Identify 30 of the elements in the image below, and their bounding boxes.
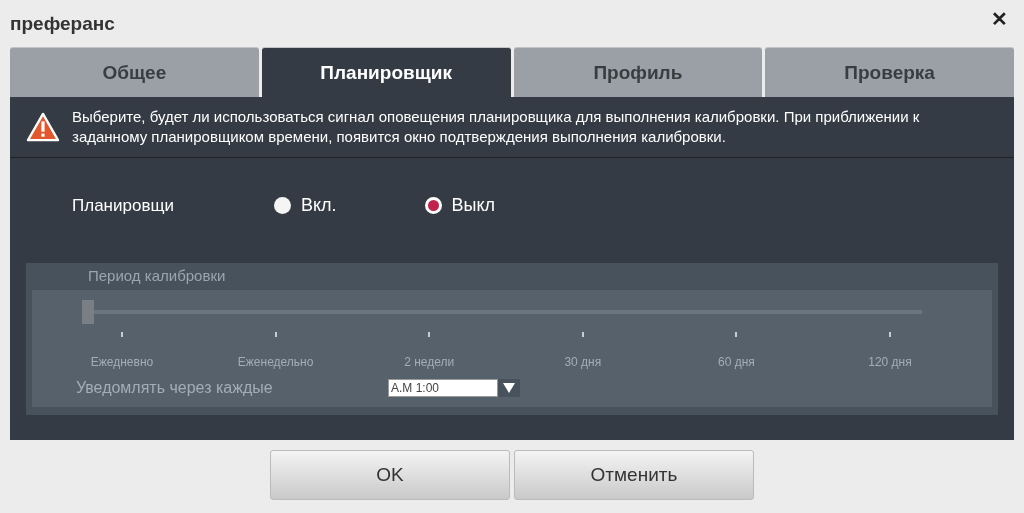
radio-label: Выкл xyxy=(451,195,496,216)
tab[interactable]: Проверка xyxy=(765,47,1014,97)
tick-label: 30 дня xyxy=(564,355,602,369)
radio-button[interactable] xyxy=(274,197,291,214)
warning-text: Выберите, будет ли использоваться сигнал оповещения планировщика для выполнения калибровки. При приближении к заданному планировщиком времени, появится окно подтверждения выполнения калибровки. xyxy=(72,107,921,147)
warning-icon xyxy=(26,112,60,142)
tick-label: Еженедельно xyxy=(237,355,314,369)
tab[interactable]: Планировщик xyxy=(261,47,511,97)
tick-mark xyxy=(274,332,277,337)
tick-mark xyxy=(121,332,123,337)
tick-label: 2 недели xyxy=(404,355,455,369)
group-title: Период калибровки xyxy=(87,267,227,284)
dialog-button[interactable]: OK xyxy=(270,450,510,500)
radio-label: Вкл. xyxy=(301,195,337,216)
tick-mark xyxy=(888,332,891,337)
tick-mark xyxy=(428,332,431,337)
tab[interactable]: Общее xyxy=(10,47,259,97)
notify-label: Уведомлять через каждые xyxy=(76,379,274,397)
radio-button[interactable] xyxy=(424,197,442,214)
tick-label: 60 дня xyxy=(717,355,755,369)
close-button[interactable]: ✕ xyxy=(985,6,1014,31)
tick-mark xyxy=(581,332,584,337)
caret-icon xyxy=(503,383,515,393)
tab[interactable]: Профиль xyxy=(513,47,763,97)
tick-label: Ежедневно xyxy=(90,355,154,369)
window-title: преферанс xyxy=(10,12,115,35)
tick-label: 120 дня xyxy=(868,355,912,369)
dialog-button[interactable]: Отменить xyxy=(514,450,754,500)
tick-mark xyxy=(735,332,738,337)
scheduler-label: Планировщи xyxy=(72,195,175,216)
